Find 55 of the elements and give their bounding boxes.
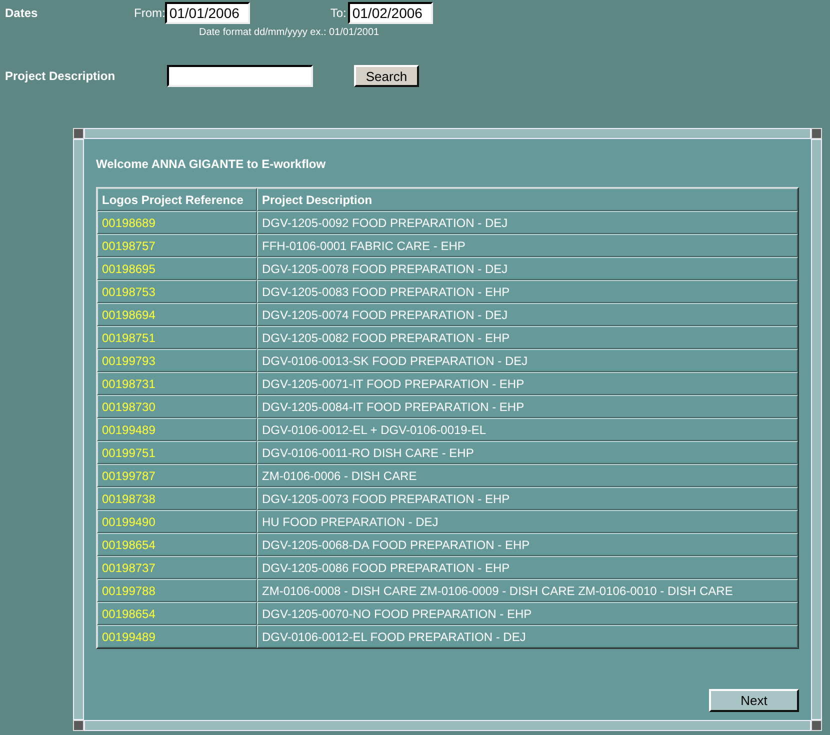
table-cell: DGV-1205-0082 FOOD PREPARATION - EHP: [257, 326, 798, 349]
table-cell: DGV-1205-0092 FOOD PREPARATION - DEJ: [257, 211, 798, 234]
table-cell: HU FOOD PREPARATION - DEJ: [257, 510, 798, 533]
project-reference-link[interactable]: 00198654: [97, 533, 257, 556]
project-reference-link[interactable]: 00198731: [97, 372, 257, 395]
project-reference-link[interactable]: 00199793: [97, 349, 257, 372]
project-reference-link[interactable]: 00199489: [97, 625, 257, 648]
table-cell: DGV-1205-0083 FOOD PREPARATION - EHP: [257, 280, 798, 303]
frame-corner: [73, 128, 84, 139]
from-label: From:: [134, 6, 166, 20]
next-button[interactable]: Next: [709, 689, 799, 712]
dates-label: Dates: [4, 6, 39, 20]
date-format-hint: Date format dd/mm/yyyy ex.: 01/01/2001: [199, 27, 380, 38]
to-date-field[interactable]: 01/02/2006: [348, 2, 434, 24]
project-reference-link[interactable]: 00199788: [97, 579, 257, 602]
table-cell: DGV-0106-0011-RO DISH CARE - EHP: [257, 441, 798, 464]
table-cell: DGV-0106-0012-EL FOOD PREPARATION - DEJ: [257, 625, 798, 648]
project-reference-link[interactable]: 00198654: [97, 602, 257, 625]
from-date-field[interactable]: 01/01/2006: [165, 2, 250, 24]
project-reference-link[interactable]: 00199489: [97, 418, 257, 441]
table-cell: DGV-1205-0068-DA FOOD PREPARATION - EHP: [257, 533, 798, 556]
welcome-message: Welcome ANNA GIGANTE to E-workflow: [96, 156, 327, 173]
table-cell: DGV-1205-0084-IT FOOD PREPARATION - EHP: [257, 395, 798, 418]
project-reference-link[interactable]: 00198737: [97, 556, 257, 579]
project-reference-link[interactable]: 00198753: [97, 280, 257, 303]
project-reference-link[interactable]: 00198751: [97, 326, 257, 349]
column-header: Logos Project Reference: [97, 188, 257, 211]
table-cell: ZM-0106-0006 - DISH CARE: [257, 464, 798, 487]
table-cell: DGV-1205-0070-NO FOOD PREPARATION - EHP: [257, 602, 798, 625]
frame-corner: [73, 720, 84, 731]
project-reference-link[interactable]: 00198757: [97, 234, 257, 257]
project-description-label: Project Description: [4, 69, 116, 83]
project-reference-link[interactable]: 00198738: [97, 487, 257, 510]
column-header: Project Description: [257, 188, 798, 211]
table-cell: DGV-0106-0013-SK FOOD PREPARATION - DEJ: [257, 349, 798, 372]
search-button[interactable]: Search: [354, 65, 419, 87]
table-cell: DGV-1205-0078 FOOD PREPARATION - DEJ: [257, 257, 798, 280]
table-cell: DGV-1205-0073 FOOD PREPARATION - EHP: [257, 487, 798, 510]
table-cell: ZM-0106-0008 - DISH CARE ZM-0106-0009 - DISH CARE ZM-0106-0010 - DISH CARE: [257, 579, 798, 602]
table-cell: DGV-1205-0071-IT FOOD PREPARATION - EHP: [257, 372, 798, 395]
frame-corner: [811, 128, 822, 139]
project-reference-link[interactable]: 00199787: [97, 464, 257, 487]
project-reference-link[interactable]: 00199490: [97, 510, 257, 533]
table-cell: FFH-0106-0001 FABRIC CARE - EHP: [257, 234, 798, 257]
table-cell: DGV-1205-0086 FOOD PREPARATION - EHP: [257, 556, 798, 579]
project-reference-link[interactable]: 00198730: [97, 395, 257, 418]
project-reference-link[interactable]: 00199751: [97, 441, 257, 464]
to-label: To:: [330, 6, 346, 20]
frame-corner: [811, 720, 822, 731]
project-reference-link[interactable]: 00198694: [97, 303, 257, 326]
table-cell: DGV-0106-0012-EL + DGV-0106-0019-EL: [257, 418, 798, 441]
table-cell: DGV-1205-0074 FOOD PREPARATION - DEJ: [257, 303, 798, 326]
project-description-field[interactable]: [167, 65, 313, 87]
project-reference-link[interactable]: 00198689: [97, 211, 257, 234]
project-reference-link[interactable]: 00198695: [97, 257, 257, 280]
